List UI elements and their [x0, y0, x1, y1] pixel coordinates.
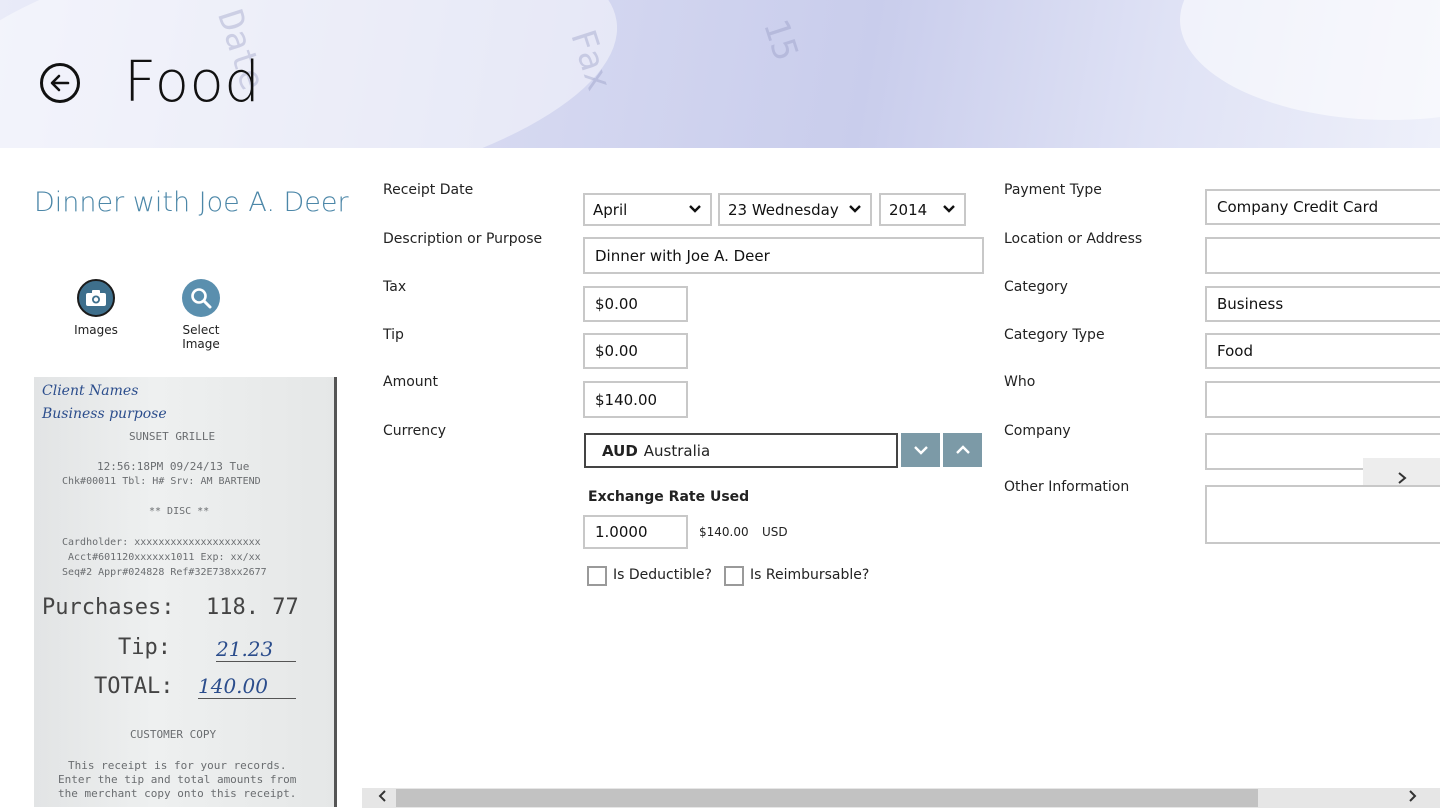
images-button[interactable]: Images — [70, 279, 122, 337]
exchange-rate-label: Exchange Rate Used — [588, 489, 750, 505]
year-value: 2014 — [889, 200, 928, 219]
tax-input[interactable]: $0.00 — [583, 286, 688, 322]
tip-input[interactable]: $0.00 — [583, 333, 688, 369]
currency-down-button[interactable] — [901, 433, 940, 467]
amount-input[interactable]: $140.00 — [583, 381, 688, 418]
header-banner: Date Fax 15 Food — [0, 0, 1440, 148]
receipt-handwriting: 140.00 — [198, 674, 296, 699]
receipt-line: the merchant copy onto this receipt. — [58, 787, 297, 800]
receipt-line: Cardholder: xxxxxxxxxxxxxxxxxxxxx — [62, 537, 261, 548]
who-label: Who — [1004, 374, 1036, 390]
chevron-down-icon — [942, 202, 956, 218]
receipt-line: Purchases: — [42, 595, 175, 620]
receipt-line: Tip: — [118, 635, 171, 660]
company-label: Company — [1004, 423, 1071, 439]
receipt-handwriting: 21.23 — [216, 637, 296, 662]
receipt-handwriting: Client Names — [42, 383, 139, 399]
receipt-line: ** DISC ** — [149, 506, 210, 517]
converted-currency: USD — [762, 525, 788, 539]
payment-type-input[interactable]: Company Credit Card — [1205, 189, 1440, 225]
page-title: Food — [124, 50, 261, 115]
receipt-line: Enter the tip and total amounts from — [58, 773, 297, 786]
other-info-input[interactable] — [1205, 485, 1440, 544]
magnifier-icon — [182, 279, 220, 317]
category-type-input[interactable]: Food — [1205, 333, 1440, 369]
currency-name: Australia — [643, 441, 711, 460]
currency-select[interactable]: AUD Australia — [584, 433, 898, 468]
location-label: Location or Address — [1004, 231, 1143, 247]
scroll-right-icon[interactable] — [1408, 788, 1418, 808]
arrow-left-icon — [50, 74, 70, 92]
receipt-line: CUSTOMER COPY — [130, 728, 217, 741]
receipt-line: This receipt is for your records. — [68, 759, 287, 772]
receipt-image: Client Names Business purpose SUNSET GRI… — [34, 377, 337, 807]
receipt-line: Chk#00011 Tbl: H# Srv: AM BARTEND — [62, 476, 261, 487]
category-type-label: Category Type — [1004, 327, 1105, 343]
month-value: April — [593, 200, 628, 219]
chevron-right-icon — [1397, 472, 1407, 484]
exchange-rate-input[interactable]: 1.0000 — [583, 515, 688, 549]
receipt-title: Dinner with Joe A. Deer — [34, 187, 349, 218]
other-info-label: Other Information — [1004, 479, 1130, 495]
scrollbar-thumb[interactable] — [396, 789, 1258, 807]
reimbursable-label: Is Reimbursable? — [750, 567, 870, 583]
tip-label: Tip — [383, 327, 404, 343]
description-input[interactable]: Dinner with Joe A. Deer — [583, 237, 984, 274]
deductible-checkbox[interactable] — [587, 566, 607, 586]
payment-type-label: Payment Type — [1004, 182, 1102, 198]
converted-amount: $140.00 — [699, 525, 749, 539]
receipt-handwriting: Business purpose — [42, 406, 167, 422]
header-wash — [1180, 0, 1440, 120]
category-input[interactable]: Business — [1205, 286, 1440, 322]
images-label: Images — [74, 323, 118, 337]
description-label: Description or Purpose — [383, 231, 543, 247]
reimbursable-checkbox[interactable] — [724, 566, 744, 586]
receipt-line: TOTAL: — [94, 674, 174, 699]
receipt-line: Seq#2 Appr#024828 Ref#32E738xx2677 — [62, 567, 267, 578]
select-image-label: Select — [182, 323, 220, 337]
deductible-label: Is Deductible? — [613, 567, 712, 583]
back-button[interactable] — [40, 63, 80, 103]
chevron-up-icon — [955, 445, 970, 454]
receipt-date-label: Receipt Date — [383, 182, 474, 198]
header-ghost-text: 15 — [755, 14, 806, 66]
chevron-down-icon — [688, 202, 702, 218]
currency-label: Currency — [383, 423, 447, 439]
receipt-line: 12:56:18PM 09/24/13 Tue — [97, 460, 250, 473]
day-value: 23 Wednesday — [728, 200, 839, 219]
select-image-label: Image — [182, 337, 220, 351]
who-input[interactable] — [1205, 381, 1440, 418]
amount-label: Amount — [383, 374, 439, 390]
day-select[interactable]: 23 Wednesday — [718, 193, 872, 226]
receipt-line: 118. 77 — [206, 595, 299, 620]
header-wash — [0, 0, 635, 148]
location-input[interactable] — [1205, 237, 1440, 274]
select-image-button[interactable]: Select Image — [172, 279, 230, 351]
month-select[interactable]: April — [583, 193, 712, 226]
chevron-down-icon — [848, 202, 862, 218]
camera-icon — [77, 279, 115, 317]
currency-code: AUD — [602, 441, 638, 460]
receipt-line: SUNSET GRILLE — [129, 430, 216, 443]
receipt-line: Acct#601120xxxxxx1011 Exp: xx/xx — [68, 552, 261, 563]
tax-label: Tax — [383, 279, 407, 295]
scroll-left-icon[interactable] — [377, 788, 387, 808]
year-select[interactable]: 2014 — [879, 193, 966, 226]
category-label: Category — [1004, 279, 1068, 295]
chevron-down-icon — [913, 446, 928, 455]
currency-up-button[interactable] — [943, 433, 982, 467]
